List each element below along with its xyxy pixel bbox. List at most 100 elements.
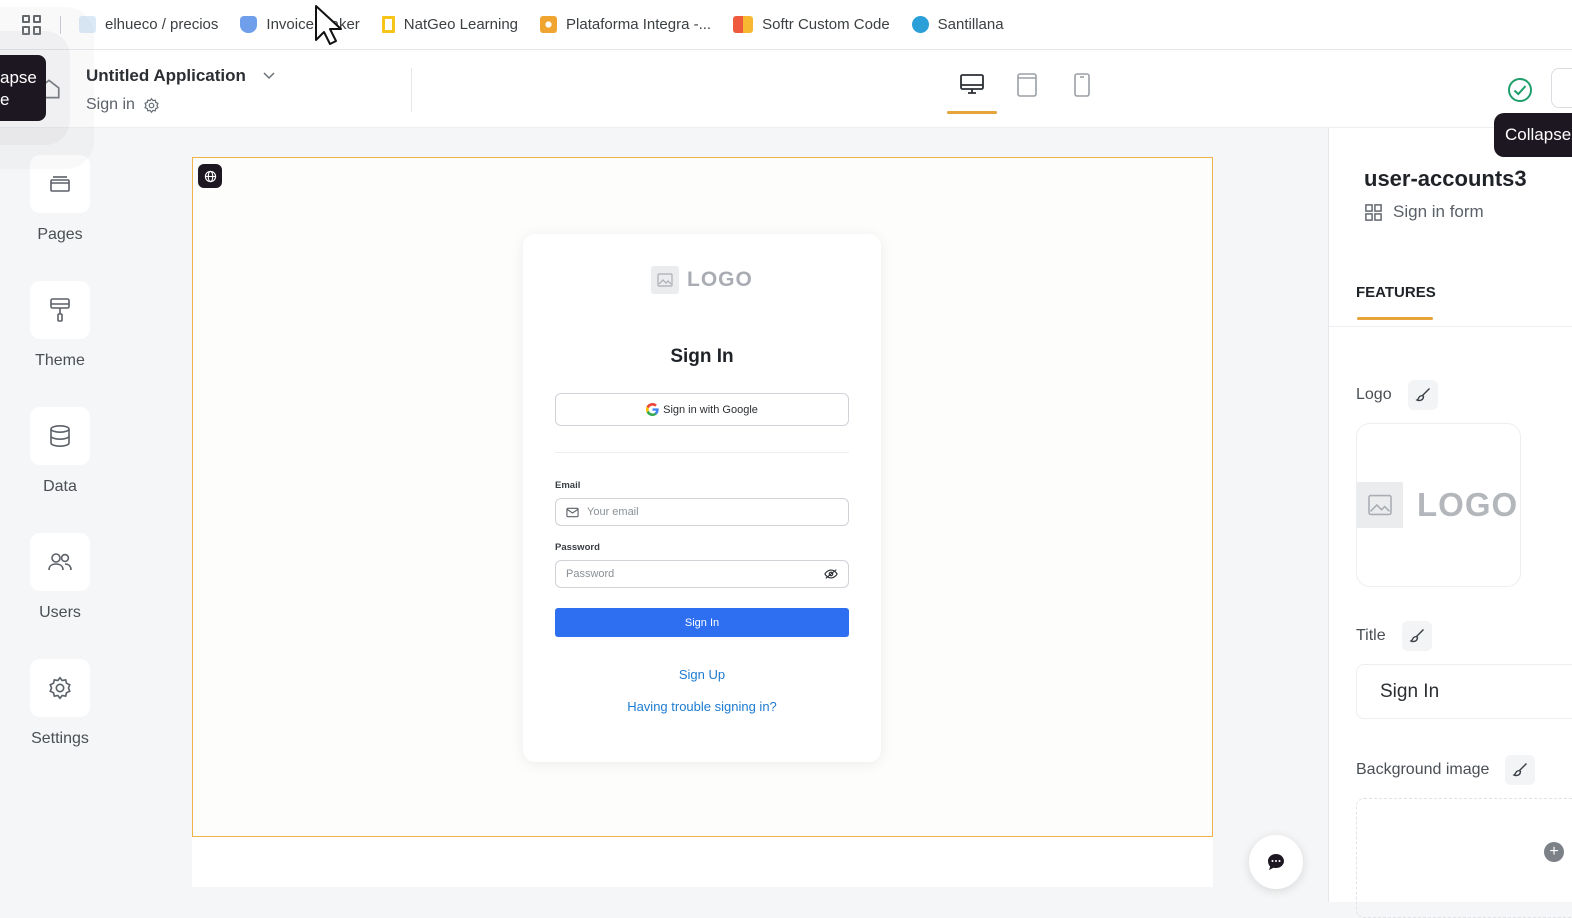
tab-features[interactable]: FEATURES bbox=[1356, 284, 1436, 301]
logo-property: Logo bbox=[1356, 380, 1438, 410]
block-type-label: Sign in form bbox=[1393, 202, 1484, 221]
card-logo: LOGO bbox=[651, 266, 753, 294]
title-property-label: Title bbox=[1356, 627, 1386, 644]
sidebar-item-label: Data bbox=[43, 478, 77, 495]
bookmark-elhueco[interactable]: elhueco / precios bbox=[79, 16, 218, 33]
email-field[interactable]: Your email bbox=[555, 498, 849, 526]
no-code-icon bbox=[79, 16, 96, 33]
santillana-icon bbox=[911, 16, 929, 33]
eye-off-icon[interactable] bbox=[824, 568, 838, 580]
google-signin-label: Sign in with Google bbox=[663, 403, 758, 416]
email-label: Email bbox=[555, 480, 581, 491]
globe-icon[interactable] bbox=[198, 164, 222, 188]
nav-tile bbox=[30, 533, 90, 591]
title-property: Title bbox=[1356, 621, 1432, 651]
apps-grid-icon[interactable] bbox=[22, 14, 42, 35]
tablet-view-button[interactable] bbox=[1002, 72, 1052, 114]
collapse-panel-button[interactable] bbox=[1551, 68, 1572, 108]
gear-icon bbox=[49, 676, 71, 700]
add-icon[interactable]: + bbox=[1544, 842, 1564, 862]
logo-text: LOGO bbox=[1417, 486, 1519, 523]
sidebar-item-users[interactable]: Users bbox=[0, 533, 120, 622]
logo-property-label: Logo bbox=[1356, 386, 1392, 403]
signin-card[interactable]: LOGO Sign In Sign in with Google Email Y… bbox=[523, 234, 881, 762]
bookmarks-separator bbox=[60, 15, 61, 34]
chevron-down-icon[interactable] bbox=[262, 68, 276, 82]
mobile-view-button[interactable] bbox=[1057, 72, 1107, 114]
sidebar-item-settings[interactable]: Settings bbox=[0, 659, 120, 748]
desktop-view-button[interactable] bbox=[947, 72, 997, 114]
password-field[interactable]: Password bbox=[555, 560, 849, 588]
background-image-dropzone[interactable] bbox=[1356, 798, 1572, 918]
background-image-property: Background image bbox=[1356, 755, 1536, 785]
app-title[interactable]: Untitled Application bbox=[86, 66, 246, 86]
desktop-icon bbox=[960, 74, 984, 94]
sidebar-item-label: Users bbox=[39, 604, 81, 621]
bookmark-label: NatGeo Learning bbox=[403, 16, 519, 33]
title-input[interactable]: Sign In bbox=[1356, 664, 1572, 719]
pages-icon bbox=[50, 176, 70, 192]
brush-icon[interactable] bbox=[1407, 380, 1438, 410]
background-image-label: Background image bbox=[1356, 761, 1490, 778]
sidebar-item-data[interactable]: Data bbox=[0, 407, 120, 496]
page-canvas[interactable]: LOGO Sign In Sign in with Google Email Y… bbox=[192, 157, 1213, 837]
signin-title: Sign In bbox=[670, 346, 734, 367]
logo-upload-box[interactable]: LOGO bbox=[1356, 423, 1521, 587]
bookmarks-bar: elhueco / precios Invoice Maker NatGeo L… bbox=[0, 0, 1572, 50]
image-placeholder-icon bbox=[651, 266, 679, 294]
chat-button[interactable] bbox=[1249, 835, 1303, 889]
paint-roller-icon bbox=[50, 298, 70, 322]
bookmark-santillana[interactable]: Santillana bbox=[911, 16, 1004, 33]
app-header: Untitled Application Sign in bbox=[0, 50, 1572, 128]
page-selector[interactable]: Sign in bbox=[86, 96, 160, 114]
database-icon bbox=[50, 424, 70, 448]
bookmark-integra[interactable]: Plataforma Integra -... bbox=[540, 16, 711, 33]
block-type: Sign in form bbox=[1364, 202, 1484, 222]
sidebar-item-theme[interactable]: Theme bbox=[0, 281, 120, 370]
nav-tile bbox=[30, 281, 90, 339]
signup-link[interactable]: Sign Up bbox=[523, 667, 881, 682]
bookmark-softr[interactable]: Softr Custom Code bbox=[733, 16, 890, 33]
bookmark-natgeo[interactable]: NatGeo Learning bbox=[381, 16, 519, 33]
card-divider bbox=[555, 452, 849, 453]
tab-divider bbox=[1329, 326, 1572, 327]
nav-tile bbox=[30, 155, 90, 213]
bookmark-label: Softr Custom Code bbox=[762, 16, 890, 33]
invoice-icon bbox=[240, 16, 258, 33]
password-placeholder: Password bbox=[566, 568, 615, 580]
grid-icon bbox=[1365, 203, 1382, 221]
canvas-next-section bbox=[192, 837, 1213, 887]
tooltip-collapse-right: Collapse bbox=[1494, 113, 1572, 157]
brush-icon[interactable] bbox=[1401, 621, 1432, 651]
block-name: user-accounts3 bbox=[1364, 166, 1527, 191]
gear-icon[interactable] bbox=[143, 97, 160, 114]
sidebar-item-label: Pages bbox=[37, 226, 83, 243]
tab-active-indicator bbox=[1357, 317, 1433, 320]
softr-icon bbox=[733, 16, 754, 33]
chat-bubble-icon bbox=[1268, 854, 1284, 870]
properties-panel: user-accounts3 Sign in form FEATURES Log… bbox=[1328, 128, 1572, 918]
image-placeholder-icon bbox=[1357, 482, 1403, 528]
password-label: Password bbox=[555, 542, 600, 553]
left-sidebar: Pages Theme Data Users Settings bbox=[0, 128, 120, 902]
sidebar-item-pages[interactable]: Pages bbox=[0, 155, 120, 244]
bookmark-label: Santillana bbox=[937, 16, 1004, 33]
brush-icon[interactable] bbox=[1505, 755, 1536, 785]
nav-tile bbox=[30, 659, 90, 717]
google-icon bbox=[646, 403, 659, 416]
mouse-cursor-icon bbox=[315, 5, 342, 45]
trouble-signing-in-link[interactable]: Having trouble signing in? bbox=[523, 699, 881, 714]
signin-submit-button[interactable]: Sign In bbox=[555, 608, 849, 637]
sidebar-item-label: Settings bbox=[31, 730, 89, 747]
users-icon bbox=[48, 553, 72, 571]
bookmark-label: Plataforma Integra -... bbox=[566, 16, 712, 33]
nav-tile bbox=[30, 407, 90, 465]
mobile-icon bbox=[1074, 73, 1090, 97]
email-placeholder: Your email bbox=[587, 506, 639, 518]
check-circle-icon[interactable] bbox=[1506, 76, 1534, 104]
tooltip-collapse-left: apse e bbox=[0, 55, 46, 121]
header-divider bbox=[411, 68, 412, 112]
google-signin-button[interactable]: Sign in with Google bbox=[555, 393, 849, 426]
bookmark-label: elhueco / precios bbox=[105, 16, 219, 33]
integra-icon bbox=[540, 16, 558, 33]
